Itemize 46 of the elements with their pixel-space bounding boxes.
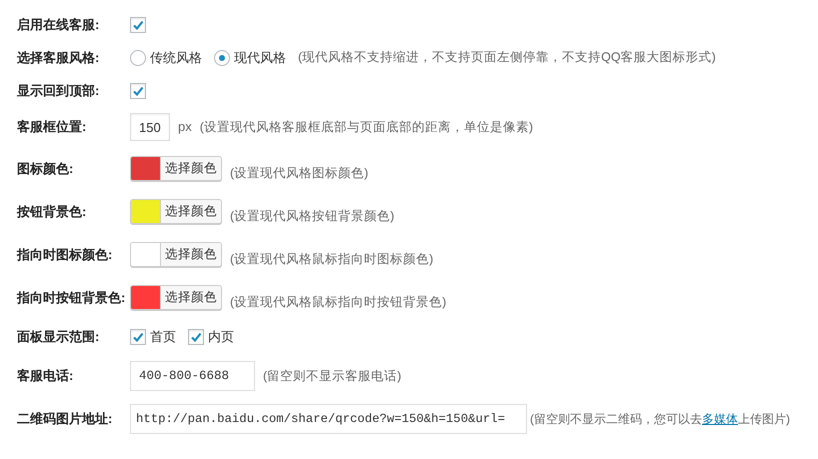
field-label: 启用在线客服: [16, 16, 100, 34]
hint-text: (设置现代风格按钮背景颜色) [230, 209, 394, 223]
checkbox-label: 内页 [208, 328, 234, 346]
field-label: 客服框位置: [16, 118, 88, 136]
button-label: 选择颜色 [164, 203, 218, 220]
unit-label: px [178, 118, 192, 136]
radio-label: 现代风格 [234, 48, 286, 67]
field-label: 面板显示范围: [16, 328, 100, 346]
color-picker-button[interactable]: 选择颜色 [130, 285, 222, 310]
url-field[interactable]: http://pan.baidu.com/share/qrcode?w=150&h=150&url= [130, 404, 527, 434]
phone-field[interactable]: 400-800-6688 [130, 361, 255, 391]
field-label: 按钮背景色: [16, 202, 88, 221]
button-label: 选择颜色 [164, 246, 218, 263]
checkbox-label: 首页 [150, 328, 176, 346]
field-label: 客服电话: [16, 367, 74, 386]
hint-text: (现代风格不支持缩进，不支持页面左侧停靠，不支持QQ客服大图标形式) [298, 49, 716, 66]
hint-text: (设置现代风格图标颜色) [230, 166, 368, 180]
hint-text: (设置现代风格鼠标指向时按钮背景色) [230, 295, 446, 309]
field-label: 指向时按钮背景色: [16, 288, 126, 307]
checkmark-icon [190, 331, 202, 343]
checkbox[interactable] [130, 16, 146, 32]
checkmark-icon [132, 18, 144, 30]
field-label: 显示回到顶部: [16, 82, 100, 100]
field-label: 指向时图标颜色: [16, 246, 114, 264]
radio-label: 传统风格 [150, 48, 202, 67]
field-label: 图标颜色: [16, 160, 74, 178]
checkbox[interactable] [130, 82, 146, 98]
button-label: 选择颜色 [164, 289, 218, 306]
hint-text: (留空则不显示二维码，您可以去多媒体上传图片) [530, 411, 790, 428]
radio-button[interactable] [130, 50, 146, 66]
color-picker-button[interactable]: 选择颜色 [130, 156, 222, 181]
checkbox[interactable] [188, 329, 204, 345]
hint-text: (设置现代风格客服框底部与页面底部的距离，单位是像素) [200, 118, 534, 136]
checkmark-icon [132, 84, 144, 96]
hint-text: (设置现代风格鼠标指向时图标颜色) [230, 252, 434, 266]
radio-button[interactable] [214, 50, 230, 66]
color-picker-button[interactable]: 选择颜色 [130, 199, 222, 224]
field-label: 选择客服风格: [16, 48, 100, 67]
checkbox[interactable] [130, 329, 146, 345]
field-label: 二维码图片地址: [16, 410, 114, 428]
color-picker-button[interactable]: 选择颜色 [130, 242, 222, 267]
number-field[interactable]: 150 [130, 113, 170, 141]
hint-text: (留空则不显示客服电话) [263, 368, 402, 385]
checkmark-icon [132, 331, 144, 343]
button-label: 选择颜色 [164, 160, 218, 177]
media-link[interactable]: 多媒体 [702, 412, 738, 426]
